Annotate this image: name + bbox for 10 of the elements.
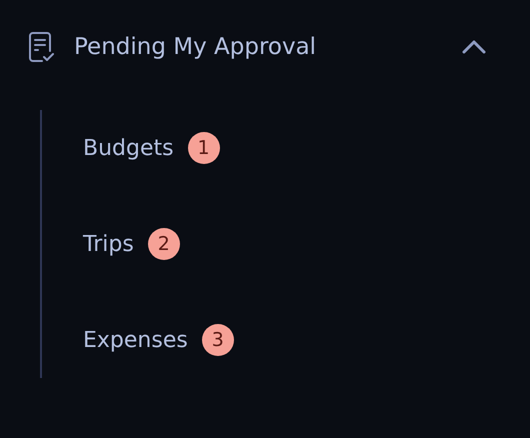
chevron-icon	[462, 40, 486, 54]
section-title: Pending My Approval	[74, 34, 318, 60]
menu-item[interactable]: Trips	[83, 232, 134, 256]
menu-item[interactable]: Budgets	[83, 136, 174, 160]
checklist-icon	[28, 31, 54, 63]
count-badge: 2	[148, 228, 180, 260]
section-header[interactable]: Pending My Approval	[0, 28, 530, 66]
count-badge: 1	[188, 132, 220, 164]
menu-item[interactable]: Expenses	[83, 328, 188, 352]
count-badge: 3	[202, 324, 234, 356]
